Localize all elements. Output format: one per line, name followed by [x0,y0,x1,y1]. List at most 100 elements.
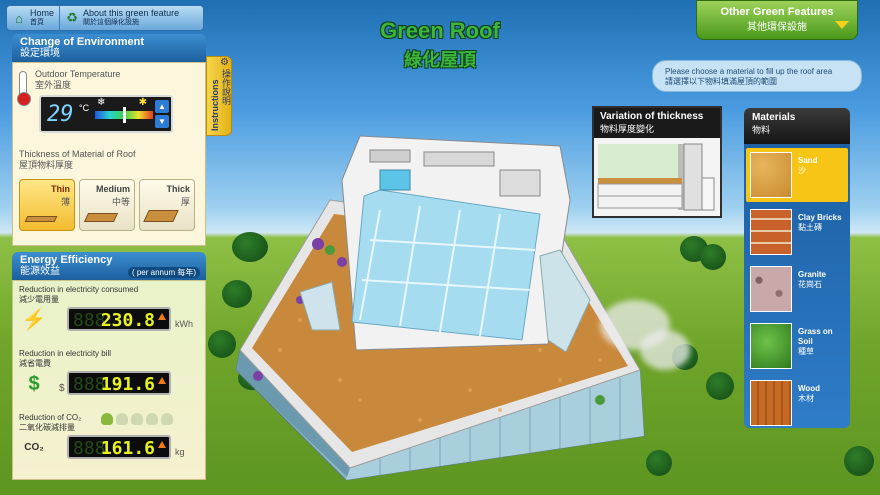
about-button[interactable]: ♻ About this green feature 關於這個綠化設施 [59,6,184,30]
per-annum-label: ( per annum 每年) [127,267,200,278]
material-sand[interactable]: Sand 沙 [746,148,848,202]
material-label: Sand [798,156,818,165]
material-label-zh: 黏土磚 [798,223,822,232]
variation-title-zh: 物料厚度變化 [600,124,655,134]
material-clay-bricks[interactable]: Clay Bricks 黏土磚 [746,205,848,259]
page-title-zh: 綠化屋頂 [404,50,476,70]
temperature-up-button[interactable]: ▲ [155,100,169,113]
about-label-zh: 關於這個綠化設施 [83,19,140,26]
thickness-thin-button[interactable]: Thin 薄 [19,179,75,231]
temperature-slider-handle[interactable] [123,107,126,123]
temperature-unit: °C [79,103,90,113]
material-label: Granite [798,270,827,279]
material-label: Grass on Soil [798,327,833,346]
thermometer-icon [17,71,31,106]
dollar-icon: $ [28,373,40,395]
materials-title-zh: 物料 [752,125,771,135]
thick-slab-icon [143,210,179,222]
co2-display: 888 161.6 [67,435,171,459]
material-label: Clay Bricks [798,213,842,222]
tree-icon [146,413,158,425]
other-features-label: Other Green Features [720,6,834,18]
thickness-option-label: Thick [166,184,190,194]
electricity-bill-value: 191.6 [100,374,155,395]
instructions-label: Instructions [210,79,220,131]
material-label-zh: 沙 [798,166,806,175]
temperature-value: 29 [47,102,74,127]
instructions-tab[interactable]: ⚙ 操作說明 Instructions [206,56,232,136]
energy-title: Energy Efficiency [20,254,113,266]
tree-indicator [101,413,173,425]
electricity-bill-label-zh: 減省電費 [19,359,51,368]
home-icon: ⌂ [15,10,23,26]
medium-slab-icon [83,213,119,222]
materials-list: Sand 沙 Clay Bricks 黏土磚 Granite 花崗石 Grass… [744,144,850,428]
grass-swatch [750,323,792,369]
co2-label: Reduction of CO₂ [19,413,82,422]
co2-unit: kg [175,447,185,457]
material-granite[interactable]: Granite 花崗石 [746,262,848,316]
hint-text-en: Please choose a material to fill up the … [665,67,833,76]
thickness-thick-button[interactable]: Thick 厚 [139,179,195,231]
thickness-option-label: Thin [51,184,70,194]
materials-header: Materials 物料 [744,108,850,144]
sand-swatch [750,152,792,198]
cross-section-diagram [597,143,715,211]
other-green-features-button[interactable]: Other Green Features 其他環保設施 [696,0,858,40]
about-label: About this green feature [83,8,180,18]
environment-title-zh: 設定環境 [20,48,60,59]
thickness-options: Thin 薄 Medium 中等 Thick 厚 [19,179,195,231]
sun-icon: ✱ [138,97,147,108]
electricity-bill-label: Reduction in electricity bill [19,349,112,358]
environment-title: Change of Environment [20,36,145,48]
increase-arrow-icon [158,377,166,384]
wood-swatch [750,380,792,426]
instructions-label-zh: 操作說明 [221,69,231,105]
clay-bricks-swatch [750,209,792,255]
thickness-option-label-zh: 中等 [111,197,130,207]
materials-panel: Materials 物料 Sand 沙 Clay Bricks 黏土磚 Gran… [744,108,850,428]
environment-header: Change of Environment 設定環境 [12,34,206,62]
temperature-label-zh: 室外溫度 [35,80,72,90]
home-button[interactable]: ⌂ Home 首頁 [7,6,59,30]
temperature-label: Outdoor Temperature 室外溫度 [35,69,120,91]
electricity-consumed-value: 230.8 [100,310,155,331]
environment-body: Outdoor Temperature 室外溫度 29 °C ❄ ✱ ▲ ▼ T… [12,62,206,246]
gear-icon: ⚙ [220,57,229,68]
other-features-label-zh: 其他環保設施 [747,22,807,33]
home-label: Home [30,8,55,18]
thickness-option-label-zh: 薄 [60,197,70,207]
electricity-consumed-display: 888 230.8 [67,307,171,331]
material-grass-on-soil[interactable]: Grass on Soil 種草 [746,319,848,373]
thickness-option-label-zh: 厚 [180,197,190,207]
tree-icon [101,413,113,425]
granite-swatch [750,266,792,312]
thickness-label: Thickness of Material of Roof 屋頂物料厚度 [19,149,136,171]
top-navigation: ⌂ Home 首頁 ♻ About this green feature 關於這… [6,5,204,31]
co2-label-zh: 二氧化碳減排量 [19,423,75,432]
material-hint-bubble: Please choose a material to fill up the … [652,60,862,92]
temperature-down-button[interactable]: ▼ [155,115,169,128]
energy-body: Reduction in electricity consumed 減少電用量 … [12,280,206,480]
temperature-display: 29 °C ❄ ✱ ▲ ▼ [39,95,173,133]
dropdown-arrow-icon [835,21,849,29]
electricity-bill-display: 888 191.6 [67,371,171,395]
thickness-cross-section [594,138,720,216]
page-title-en: Green Roof [380,18,500,43]
temperature-label-en: Outdoor Temperature [35,69,121,79]
home-label-zh: 首頁 [30,19,44,26]
electricity-consumed-label-zh: 減少電用量 [19,295,59,304]
currency-symbol: $ [59,383,65,394]
tree-icon [161,413,173,425]
tree-icon [116,413,128,425]
electricity-consumed-label: Reduction in electricity consumed [19,285,139,294]
increase-arrow-icon [158,441,166,448]
material-label: Wood [798,384,821,393]
material-wood[interactable]: Wood 木材 [746,376,848,430]
thickness-medium-button[interactable]: Medium 中等 [79,179,135,231]
thickness-option-label: Medium [95,184,130,194]
increase-arrow-icon [158,313,166,320]
page-title: Green Roof 綠化屋頂 [330,18,550,72]
recycle-icon: ♻ [66,10,78,25]
materials-title: Materials [752,112,796,123]
